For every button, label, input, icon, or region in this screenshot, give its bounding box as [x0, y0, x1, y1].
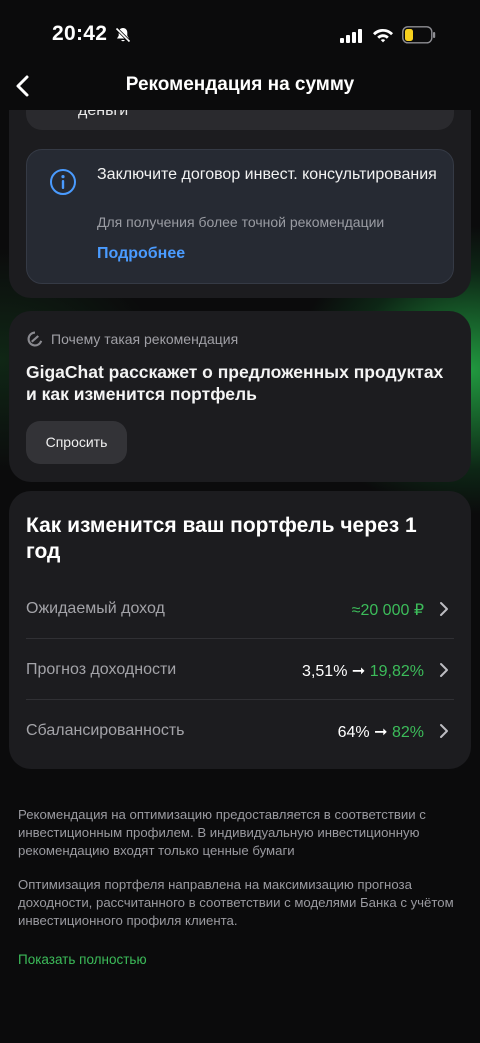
portfolio-title: Как изменится ваш портфель через 1 год [26, 514, 417, 563]
chevron-right-icon [440, 602, 448, 616]
signal-icon [340, 29, 362, 43]
disclaimer-text-2: Оптимизация портфеля направлена на макси… [18, 877, 454, 928]
gigachat-icon [27, 331, 43, 347]
show-full-link[interactable]: Показать полностью [18, 952, 147, 967]
value-from: 64% [337, 724, 370, 741]
disclaimer-text-1: Рекомендация на оптимизацию предоставляе… [18, 807, 426, 858]
expected-income-value: ≈20 000 ₽ [351, 602, 424, 619]
row-label: Ожидаемый доход [26, 600, 165, 617]
info-icon [50, 169, 76, 195]
status-time: 20:42 [52, 22, 108, 45]
gigachat-title: GigaChat расскажет о предложенных продук… [26, 362, 444, 404]
bell-off-icon [114, 26, 132, 44]
consulting-info-banner: Заключите договор инвест. консультирован… [26, 149, 454, 284]
nav-bar: Рекомендация на сумму [0, 62, 480, 110]
expected-income-row[interactable]: Ожидаемый доход ≈20 000 ₽ [26, 578, 454, 639]
row-label: Сбалансированность [26, 722, 185, 739]
page-title: Рекомендация на сумму [125, 74, 355, 95]
recommendation-card: деньги Заключите договор инвест. консуль… [9, 80, 471, 298]
value-from: 3,51% [302, 663, 348, 680]
info-title: Заключите договор инвест. консультирован… [97, 166, 437, 183]
battery-icon [402, 26, 436, 44]
portfolio-change-card: Как изменится ваш портфель через 1 год О… [9, 491, 471, 769]
value-to: 19,82% [369, 663, 424, 680]
wifi-icon [373, 29, 393, 43]
row-label: Прогноз доходности [26, 661, 177, 678]
gigachat-card: Почему такая рекомендация GigaChat расск… [9, 311, 471, 482]
yield-forecast-row[interactable]: Прогноз доходности 3,51% ➞ 19,82% [26, 639, 454, 700]
status-bar: 20:42 [0, 0, 480, 70]
row-value: 64% ➞ 82% [338, 722, 424, 742]
chevron-right-icon [440, 724, 448, 738]
more-link[interactable]: Подробнее [97, 245, 185, 263]
info-subtitle: Для получения более точной рекомендации [97, 214, 385, 230]
row-value: ≈20 000 ₽ [352, 600, 424, 620]
arrow-right-icon: ➞ [374, 724, 388, 741]
balance-row[interactable]: Сбалансированность 64% ➞ 82% [26, 700, 454, 761]
gigachat-caption: Почему такая рекомендация [51, 331, 239, 347]
chevron-right-icon [440, 663, 448, 677]
row-value: 3,51% ➞ 19,82% [302, 661, 424, 681]
ask-button[interactable]: Спросить [26, 421, 127, 464]
value-to: 82% [391, 724, 424, 741]
arrow-right-icon: ➞ [351, 663, 366, 680]
